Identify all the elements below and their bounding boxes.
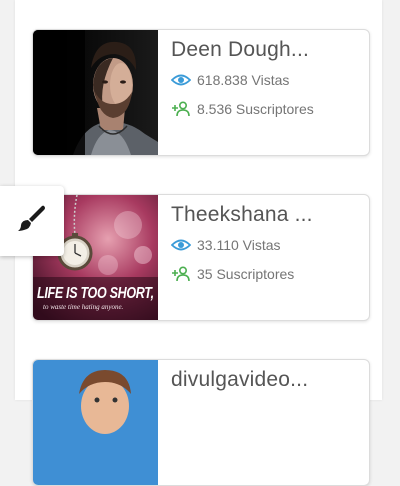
subscribers-count: 35 Suscriptores [197,266,295,282]
views-count: 618.838 Vistas [197,72,290,88]
thumbnail-subcaption: to waste time hating anyone. [43,303,124,311]
add-person-icon [171,101,191,117]
eye-icon [171,72,191,88]
channel-name: Deen Dough... [171,38,310,61]
channel-name: Theekshana ... [171,203,313,226]
subscribers-row: 8.536 Suscriptores [171,101,314,117]
views-count: 33.110 Vistas [197,237,281,253]
views-row: 33.110 Vistas [171,237,281,253]
paint-brush-icon [17,204,47,239]
channel-thumbnail [33,360,158,485]
channel-card[interactable]: LIFE IS TOO SHORT, to waste time hating … [32,194,370,321]
subscribers-row: 35 Suscriptores [171,266,294,282]
eye-icon [171,237,191,253]
add-person-icon [171,266,191,282]
thumbnail-caption: LIFE IS TOO SHORT, [37,284,154,302]
theme-button[interactable] [0,186,64,256]
channel-name: divulgavideo... [171,368,309,391]
channel-card[interactable]: divulgavideo... [32,359,370,486]
views-row: 618.838 Vistas [171,72,289,88]
subscribers-count: 8.536 Suscriptores [197,101,314,117]
channel-thumbnail [33,30,158,155]
channel-card[interactable]: Deen Dough... 618.838 Vistas 8.536 Suscr… [32,29,370,156]
